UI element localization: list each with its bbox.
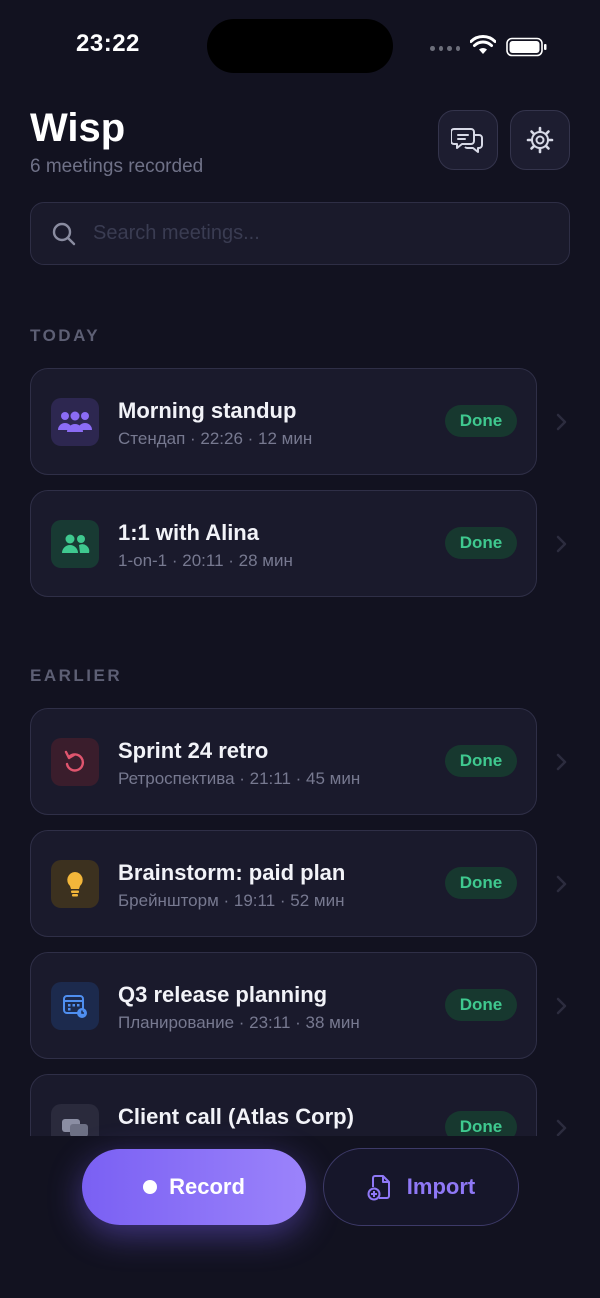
meeting-title: Client call (Atlas Corp) <box>118 1104 354 1129</box>
meeting-meta: Планирование · 23:11 · 38 мин <box>118 1013 360 1032</box>
meeting-card[interactable]: Brainstorm: paid plan Брейншторм · 19:11… <box>30 830 537 937</box>
meeting-icon-box <box>51 1104 99 1136</box>
chat-bubbles-icon <box>62 1119 88 1136</box>
meetings-count: 6 meetings recorded <box>30 156 204 177</box>
settings-button[interactable] <box>510 110 570 170</box>
bottom-bar <box>0 1136 600 1298</box>
meeting-card[interactable]: Q3 release planning Планирование · 23:11… <box>30 952 537 1059</box>
meeting-title: Brainstorm: paid plan <box>118 860 346 885</box>
meeting-title: Q3 release planning <box>118 982 328 1007</box>
meeting-title: Morning standup <box>118 398 297 423</box>
meeting-icon-box <box>51 398 99 446</box>
import-file-icon <box>367 1175 390 1201</box>
dynamic-island <box>207 19 393 73</box>
search-bar[interactable] <box>30 202 570 265</box>
two-people-icon <box>62 534 90 553</box>
battery-icon <box>506 37 547 57</box>
chevron-right-icon <box>556 1119 567 1136</box>
meeting-icon-box <box>51 738 99 786</box>
import-label: Import <box>406 1174 476 1199</box>
section-label-earlier: EARLIER <box>30 666 123 685</box>
status-badge: Done <box>445 405 517 437</box>
chevron-right-icon <box>556 875 567 893</box>
meeting-title: 1:1 with Alina <box>118 520 259 545</box>
record-button[interactable]: Record <box>82 1149 306 1225</box>
section-label-today: TODAY <box>30 326 101 345</box>
chevron-right-icon <box>556 535 567 553</box>
chevron-right-icon <box>556 997 567 1015</box>
meeting-card[interactable]: Sprint 24 retro Ретроспектива · 21:11 · … <box>30 708 537 815</box>
meeting-meta: Ретроспектива · 21:11 · 45 мин <box>118 769 361 788</box>
meeting-meta: 1-on-1 · 20:11 · 28 мин <box>118 551 293 570</box>
wifi-icon <box>470 35 496 54</box>
cellular-signal-icon <box>430 44 460 52</box>
search-icon <box>52 222 76 245</box>
meetings-list[interactable]: TODAY Morning standup Стендап · 22:26 · … <box>0 300 600 1136</box>
app-title: Wisp <box>30 106 126 150</box>
lightbulb-icon <box>67 872 83 897</box>
calendar-icon <box>63 995 87 1018</box>
record-dot-icon <box>143 1180 158 1194</box>
import-button[interactable]: Import <box>323 1148 519 1226</box>
meeting-card[interactable]: Client call (Atlas Corp) Done <box>30 1074 537 1136</box>
rewind-icon <box>64 750 84 772</box>
meeting-meta: Стендап · 22:26 · 12 мин <box>118 429 313 448</box>
status-bar: 23:22 <box>0 0 600 92</box>
chevron-right-icon <box>556 753 567 771</box>
meeting-meta: Брейншторм · 19:11 · 52 мин <box>118 891 345 910</box>
status-badge: Done <box>445 527 517 559</box>
search-input[interactable] <box>93 222 513 245</box>
gear-icon <box>526 126 554 154</box>
status-badge: Done <box>445 867 517 899</box>
meeting-card[interactable]: 1:1 with Alina 1-on-1 · 20:11 · 28 мин D… <box>30 490 537 597</box>
meeting-icon-box <box>51 520 99 568</box>
status-badge: Done <box>445 989 517 1021</box>
record-label: Record <box>169 1174 245 1199</box>
meeting-icon-box <box>51 860 99 908</box>
chat-button[interactable] <box>438 110 498 170</box>
status-time: 23:22 <box>76 30 140 57</box>
header: Wisp 6 meetings recorded <box>30 104 203 178</box>
chevron-right-icon <box>556 413 567 431</box>
meeting-icon-box <box>51 982 99 1030</box>
status-badge: Done <box>445 745 517 777</box>
meeting-title: Sprint 24 retro <box>118 738 269 763</box>
status-badge: Done <box>445 1111 517 1136</box>
meeting-card[interactable]: Morning standup Стендап · 22:26 · 12 мин… <box>30 368 537 475</box>
chat-bubbles-icon <box>451 128 483 153</box>
people-group-icon <box>58 411 92 432</box>
